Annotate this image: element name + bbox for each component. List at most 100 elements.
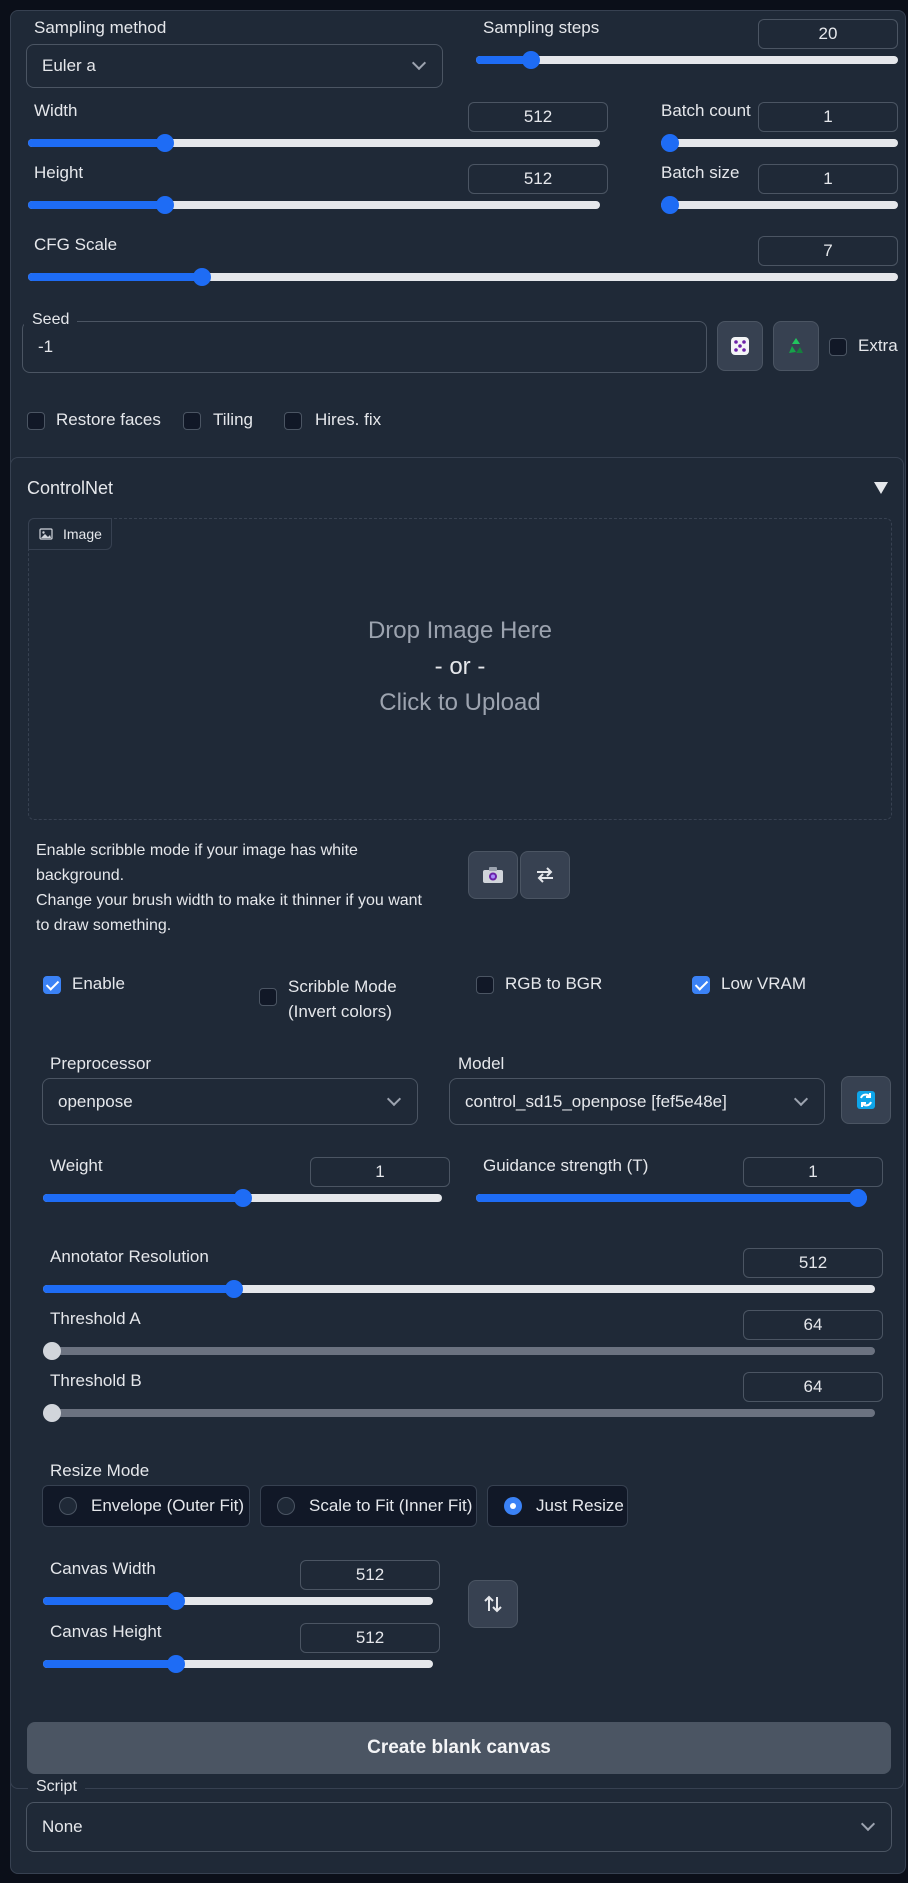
slider-fill <box>28 273 202 281</box>
width-input[interactable]: 512 <box>468 102 608 132</box>
low-vram-checkbox[interactable] <box>692 976 710 994</box>
recycle-icon <box>789 338 803 353</box>
batch-count-input[interactable]: 1 <box>758 102 898 132</box>
threshold-b-input[interactable]: 64 <box>743 1372 883 1402</box>
sampling-steps-label: Sampling steps <box>483 18 600 37</box>
resize-just-resize-radio[interactable]: Just Resize <box>487 1485 628 1527</box>
swap-button[interactable] <box>520 851 570 899</box>
canvas-height-slider[interactable] <box>43 1655 433 1673</box>
height-slider[interactable] <box>28 196 600 214</box>
desc-line: Enable scribble mode if your image has w… <box>36 842 358 859</box>
script-select[interactable]: None <box>26 1802 892 1852</box>
threshold-a-slider[interactable] <box>43 1342 875 1360</box>
slider-thumb[interactable] <box>234 1189 252 1207</box>
controlnet-title[interactable]: ControlNet <box>27 478 113 499</box>
reuse-seed-button[interactable] <box>773 321 819 371</box>
slider-thumb[interactable] <box>167 1655 185 1673</box>
slider-thumb[interactable] <box>661 134 679 152</box>
model-select[interactable]: control_sd15_openpose [fef5e48e] <box>449 1078 825 1125</box>
preprocessor-select[interactable]: openpose <box>42 1078 418 1125</box>
weight-input[interactable]: 1 <box>310 1157 450 1187</box>
width-slider[interactable] <box>28 134 600 152</box>
threshold-b-slider[interactable] <box>43 1404 875 1422</box>
seed-label: Seed <box>24 311 78 329</box>
resize-option-label: Just Resize <box>536 1496 624 1515</box>
desc-line: to draw something. <box>36 917 172 934</box>
canvas-height-label: Canvas Height <box>50 1622 162 1641</box>
guidance-input[interactable]: 1 <box>743 1157 883 1187</box>
slider-fill <box>43 1194 243 1202</box>
batch-size-slider[interactable] <box>661 196 898 214</box>
slider-thumb[interactable] <box>849 1189 867 1207</box>
radio-dot <box>59 1497 77 1515</box>
radio-dot <box>277 1497 295 1515</box>
resize-envelope-radio[interactable]: Envelope (Outer Fit) <box>42 1485 250 1527</box>
canvas-width-label: Canvas Width <box>50 1559 156 1578</box>
slider-thumb[interactable] <box>43 1404 61 1422</box>
scribble-mode-checkbox[interactable] <box>259 988 277 1006</box>
slider-fill <box>28 139 165 147</box>
script-label: Script <box>28 1778 85 1796</box>
slider-thumb[interactable] <box>193 268 211 286</box>
resize-option-label: Envelope (Outer Fit) <box>91 1496 245 1515</box>
click-upload-text: Click to Upload <box>379 689 541 716</box>
hires-fix-checkbox[interactable] <box>284 412 302 430</box>
scribble-mode-label: Scribble Mode (Invert colors) <box>288 974 397 1024</box>
canvas-width-slider[interactable] <box>43 1592 433 1610</box>
canvas-height-input[interactable]: 512 <box>300 1623 440 1653</box>
slider-thumb[interactable] <box>522 51 540 69</box>
cfg-scale-slider[interactable] <box>28 268 898 286</box>
extra-checkbox[interactable] <box>829 338 847 356</box>
sampling-method-select[interactable]: Euler a <box>26 44 443 88</box>
slider-fill <box>43 1660 176 1668</box>
open-camera-button[interactable] <box>468 851 518 899</box>
slider-thumb[interactable] <box>225 1280 243 1298</box>
seed-value: -1 <box>38 337 54 356</box>
batch-size-input[interactable]: 1 <box>758 164 898 194</box>
canvas-width-input[interactable]: 512 <box>300 1560 440 1590</box>
sampling-steps-slider[interactable] <box>476 51 898 69</box>
or-text: - or - <box>434 653 486 680</box>
script-value: None <box>42 1817 83 1836</box>
threshold-a-input[interactable]: 64 <box>743 1310 883 1340</box>
sampling-method-label: Sampling method <box>34 18 167 37</box>
batch-count-label: Batch count <box>661 101 751 120</box>
seed-input[interactable]: -1 <box>22 321 707 373</box>
low-vram-label: Low VRAM <box>721 974 807 993</box>
model-label: Model <box>458 1054 505 1073</box>
guidance-slider[interactable] <box>476 1189 867 1207</box>
create-blank-canvas-button[interactable]: Create blank canvas <box>27 1722 891 1774</box>
resize-scale-to-fit-radio[interactable]: Scale to Fit (Inner Fit) <box>260 1485 477 1527</box>
weight-label: Weight <box>50 1156 103 1175</box>
tiling-checkbox[interactable] <box>183 412 201 430</box>
annotator-resolution-slider[interactable] <box>43 1280 875 1298</box>
chevron-down-icon <box>386 1091 402 1106</box>
batch-count-slider[interactable] <box>661 134 898 152</box>
slider-thumb[interactable] <box>156 134 174 152</box>
swap-dimensions-button[interactable] <box>468 1580 518 1628</box>
height-label: Height <box>34 163 84 182</box>
image-tab: Image <box>28 518 112 550</box>
threshold-b-label: Threshold B <box>50 1371 142 1390</box>
slider-thumb[interactable] <box>156 196 174 214</box>
tiling-label: Tiling <box>213 410 253 429</box>
collapse-triangle-icon[interactable] <box>873 481 889 495</box>
annotator-resolution-input[interactable]: 512 <box>743 1248 883 1278</box>
restore-faces-checkbox[interactable] <box>27 412 45 430</box>
enable-checkbox[interactable] <box>43 976 61 994</box>
sampling-steps-input[interactable]: 20 <box>758 19 898 49</box>
slider-fill <box>43 1597 176 1605</box>
resize-mode-label: Resize Mode <box>50 1461 150 1480</box>
weight-slider[interactable] <box>43 1189 442 1207</box>
slider-thumb[interactable] <box>167 1592 185 1610</box>
chevron-down-icon <box>860 1816 876 1832</box>
cfg-scale-input[interactable]: 7 <box>758 236 898 266</box>
refresh-models-button[interactable] <box>841 1076 891 1124</box>
rgb-to-bgr-checkbox[interactable] <box>476 976 494 994</box>
slider-thumb[interactable] <box>661 196 679 214</box>
image-dropzone[interactable]: Drop Image Here - or - Click to Upload <box>28 518 892 820</box>
height-input[interactable]: 512 <box>468 164 608 194</box>
image-icon <box>39 528 53 540</box>
slider-thumb[interactable] <box>43 1342 61 1360</box>
random-seed-button[interactable] <box>717 321 763 371</box>
